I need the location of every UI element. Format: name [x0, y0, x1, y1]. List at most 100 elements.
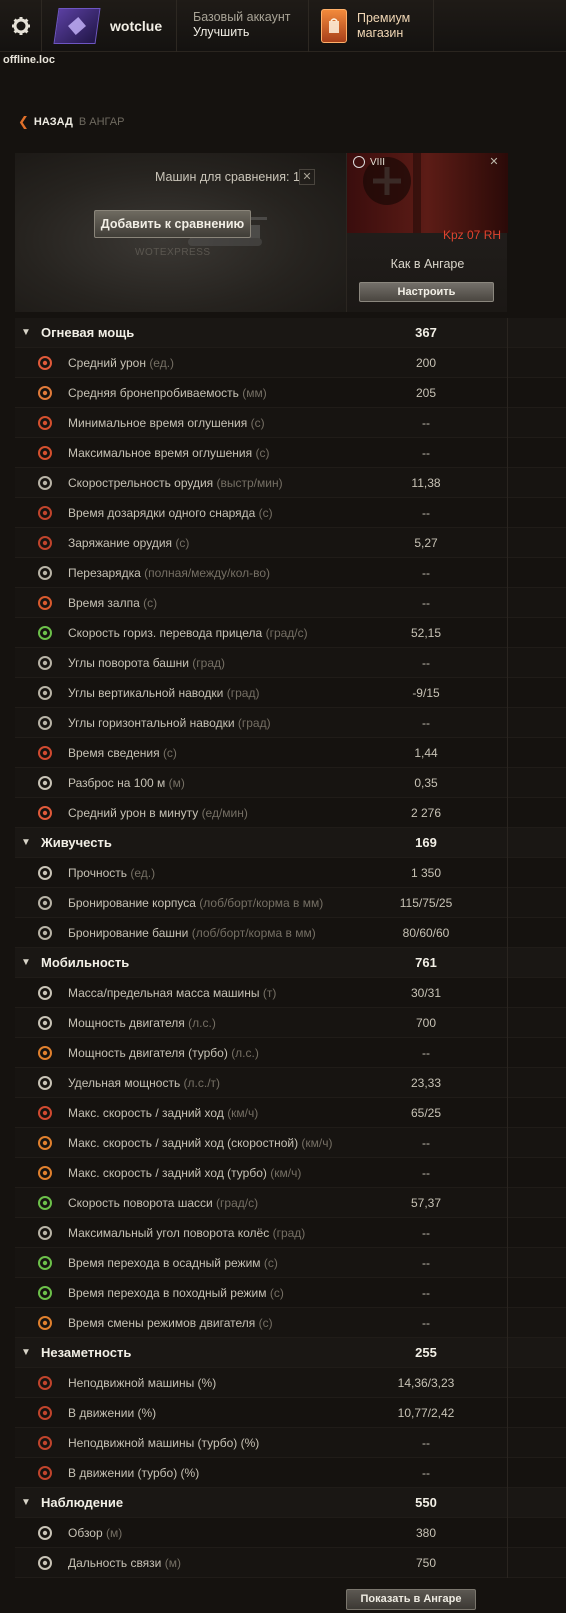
stat-name: Мощность двигателя (турбо) [68, 1046, 228, 1060]
horizontal-aim-icon [36, 714, 54, 732]
stat-row: Макс. скорость / задний ход (скоростной)… [15, 1128, 566, 1158]
stat-label: Время сведения (с) [68, 746, 177, 760]
stat-unit: (град/с) [265, 626, 308, 640]
column-divider [507, 1098, 508, 1128]
travel-mode-icon [36, 1284, 54, 1302]
stat-value: -- [422, 1226, 430, 1240]
configure-button[interactable]: Настроить [359, 282, 494, 302]
category-row[interactable]: ▼ Наблюдение 550 [15, 1488, 566, 1518]
premium-shop-button[interactable]: Премиум магазин [309, 0, 434, 52]
column-divider [507, 408, 508, 438]
stat-label: Скорострельность орудия (выстр/мин) [68, 476, 283, 490]
account-button[interactable]: wotclue [42, 0, 177, 52]
category-row[interactable]: ▼ Незаметность 255 [15, 1338, 566, 1368]
stat-unit: (град) [237, 716, 271, 730]
stat-value: 23,33 [410, 1076, 442, 1090]
engine-mode-icon [36, 1314, 54, 1332]
category-row[interactable]: ▼ Огневая мощь 367 [15, 318, 566, 348]
chevron-down-icon[interactable]: ▼ [21, 1497, 31, 1508]
stat-row: Неподвижной машины (%) 14,36/3,23 [15, 1368, 566, 1398]
stat-name: Средняя бронепробиваемость [68, 386, 239, 400]
stat-value: -- [422, 1046, 430, 1060]
stat-value: 750 [415, 1556, 437, 1570]
stat-label: Заряжание орудия (с) [68, 536, 189, 550]
weight-icon [36, 984, 54, 1002]
clear-compare-button[interactable]: ✕ [299, 169, 315, 185]
stat-row: Скорострельность орудия (выстр/мин) 11,38 [15, 468, 566, 498]
view-range-icon [36, 1524, 54, 1542]
column-divider [507, 348, 508, 378]
stat-value: 2 276 [410, 806, 442, 820]
stat-label: Максимальный угол поворота колёс (град) [68, 1226, 305, 1240]
column-divider [507, 948, 508, 978]
aim-time-icon [36, 744, 54, 762]
stat-name: Время залпа [68, 596, 140, 610]
stat-row: Время перехода в походный режим (с) -- [15, 1278, 566, 1308]
account-upgrade[interactable]: Базовый аккаунт Улучшить [177, 0, 309, 52]
stat-label: Бронирование башни (лоб/борт/корма в мм) [68, 926, 316, 940]
category-row[interactable]: ▼ Живучесть 169 [15, 828, 566, 858]
chevron-down-icon[interactable]: ▼ [21, 837, 31, 848]
stat-label: Макс. скорость / задний ход (км/ч) [68, 1106, 258, 1120]
stat-label: Максимальное время оглушения (с) [68, 446, 269, 460]
stat-unit: (м) [106, 1526, 123, 1540]
back-label[interactable]: НАЗАД [34, 116, 73, 128]
stat-name: Скорость поворота шасси [68, 1196, 213, 1210]
remove-vehicle-button[interactable]: ✕ [487, 156, 501, 170]
dpm-icon [36, 804, 54, 822]
clan-emblem-icon [53, 8, 101, 44]
show-in-hangar-button[interactable]: Показать в Ангаре [346, 1589, 476, 1610]
column-divider [507, 1548, 508, 1578]
stat-value: 30/31 [410, 986, 442, 1000]
engine-power-icon [36, 1014, 54, 1032]
stat-label: Макс. скорость / задний ход (турбо) (км/… [68, 1166, 301, 1180]
stat-name: В движении (%) [68, 1406, 157, 1420]
stat-row: Максимальное время оглушения (с) -- [15, 438, 566, 468]
magazine-reload-icon [36, 564, 54, 582]
stat-unit: (мм) [242, 386, 267, 400]
upgrade-link[interactable]: Улучшить [193, 25, 308, 40]
stat-row: Дальность связи (м) 750 [15, 1548, 566, 1578]
stun-max-icon [36, 444, 54, 462]
camo-stationary-icon [36, 1374, 54, 1392]
stat-row: Минимальное время оглушения (с) -- [15, 408, 566, 438]
stat-name: Время смены режимов двигателя [68, 1316, 256, 1330]
stat-row: Мощность двигателя (л.с.) 700 [15, 1008, 566, 1038]
stat-row: Перезарядка (полная/между/кол-во) -- [15, 558, 566, 588]
category-name: Живучесть [41, 835, 112, 850]
stat-value: -- [422, 566, 430, 580]
hull-armor-icon [36, 894, 54, 912]
camo-stationary-turbo-icon [36, 1434, 54, 1452]
stat-label: Прочность (ед.) [68, 866, 155, 880]
stat-value: 11,38 [411, 476, 441, 490]
turret-angle-icon [36, 654, 54, 672]
column-divider [507, 738, 508, 768]
stat-value: -- [422, 1286, 430, 1300]
column-divider [507, 648, 508, 678]
stat-label: Масса/предельная масса машины (т) [68, 986, 276, 1000]
penetration-icon [36, 384, 54, 402]
chevron-down-icon[interactable]: ▼ [21, 327, 31, 338]
stat-row: Время перехода в осадный режим (с) -- [15, 1248, 566, 1278]
column-divider [507, 678, 508, 708]
stat-value: 115/75/25 [399, 896, 453, 910]
stat-value: 1,44 [414, 746, 438, 760]
stat-name: Обзор [68, 1526, 103, 1540]
stat-label: Средний урон (ед.) [68, 356, 174, 370]
vehicle-config: Как в Ангаре [390, 257, 465, 271]
add-to-compare-button[interactable]: Добавить к сравнению [94, 210, 251, 238]
back-to-hangar[interactable]: ❮ НАЗАД В АНГАР [18, 114, 124, 130]
stat-unit: (град) [272, 1226, 306, 1240]
chevron-down-icon[interactable]: ▼ [21, 1347, 31, 1358]
column-divider [507, 888, 508, 918]
column-divider [507, 1188, 508, 1218]
settings-button[interactable] [0, 0, 42, 52]
dispersion-icon [36, 774, 54, 792]
column-divider [507, 558, 508, 588]
column-divider [507, 378, 508, 408]
stat-unit: (полная/между/кол-во) [144, 566, 271, 580]
stat-unit: (с) [258, 1316, 273, 1330]
chevron-down-icon[interactable]: ▼ [21, 957, 31, 968]
speed-turbo-icon [36, 1164, 54, 1182]
category-row[interactable]: ▼ Мобильность 761 [15, 948, 566, 978]
